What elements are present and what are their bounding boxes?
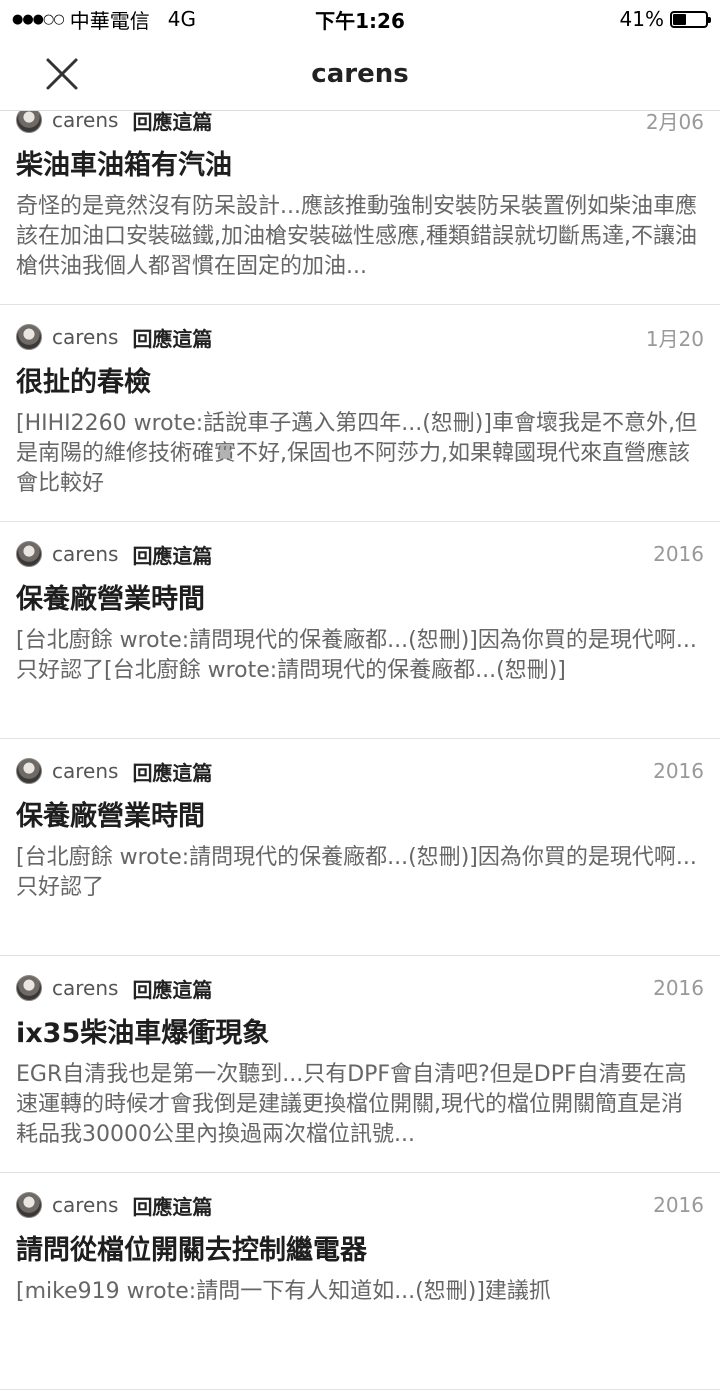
post-item[interactable]: carens 回應這篇 2016 保養廠營業時間 [台北廚餘 wrote:請問現… — [0, 522, 720, 739]
post-date: 2016 — [653, 1193, 704, 1217]
post-item[interactable]: carens 回應這篇 1月20 很扯的春檢 [HIHI2260 wrote:話… — [0, 305, 720, 522]
post-author[interactable]: carens — [52, 325, 118, 349]
post-title[interactable]: 請問從檔位開關去控制繼電器 — [16, 1233, 704, 1269]
post-title[interactable]: 保養廠營業時間 — [16, 799, 704, 835]
post-date: 2016 — [653, 976, 704, 1000]
post-meta: carens 回應這篇 2016 — [16, 974, 704, 1002]
post-date: 2016 — [653, 542, 704, 566]
post-title[interactable]: 很扯的春檢 — [16, 365, 704, 401]
post-item[interactable]: carens 回應這篇 2016 請問從檔位開關去控制繼電器 [mike919 … — [0, 1173, 720, 1390]
signal-strength-icon: ●●●○○ — [12, 11, 65, 27]
post-title[interactable]: ix35柴油車爆衝現象 — [16, 1016, 704, 1052]
post-meta: carens 回應這篇 2016 — [16, 1191, 704, 1219]
post-excerpt[interactable]: [台北廚餘 wrote:請問現代的保養廠都...(恕刪)]因為你買的是現代啊..… — [16, 843, 704, 903]
post-date: 2016 — [653, 759, 704, 783]
carrier-name: 中華電信 — [69, 8, 150, 33]
post-author[interactable]: carens — [52, 976, 118, 1000]
post-feed: carens 回應這篇 2月06 柴油車油箱有汽油 奇怪的是竟然沒有防呆設計..… — [0, 88, 720, 1390]
post-title[interactable]: 柴油車油箱有汽油 — [16, 148, 704, 184]
post-meta: carens 回應這篇 1月20 — [16, 323, 704, 351]
post-action: 回應這篇 — [132, 326, 213, 351]
nav-bar: carens — [0, 38, 720, 111]
post-action: 回應這篇 — [132, 760, 213, 785]
avatar[interactable] — [16, 975, 42, 1001]
network-type: 4G — [167, 7, 196, 31]
post-action: 回應這篇 — [132, 1194, 213, 1219]
post-author[interactable]: carens — [52, 759, 118, 783]
post-date: 1月20 — [645, 326, 704, 351]
avatar[interactable] — [16, 324, 42, 350]
close-button[interactable] — [40, 52, 84, 96]
status-left: ●●●○○ 中華電信 4G — [0, 5, 196, 34]
post-item[interactable]: carens 回應這篇 2016 ix35柴油車爆衝現象 EGR自清我也是第一次… — [0, 956, 720, 1173]
status-right: 41% — [620, 7, 720, 31]
post-action: 回應這篇 — [132, 543, 213, 568]
post-meta: carens 回應這篇 2016 — [16, 757, 704, 785]
post-meta: carens 回應這篇 2016 — [16, 540, 704, 568]
avatar[interactable] — [16, 541, 42, 567]
post-excerpt[interactable]: [HIHI2260 wrote:話說車子邁入第四年...(恕刪)]車會壞我是不意… — [16, 409, 704, 499]
post-excerpt[interactable]: EGR自清我也是第一次聽到...只有DPF會自清吧?但是DPF自清要在高速運轉的… — [16, 1060, 704, 1150]
post-item[interactable]: carens 回應這篇 2016 保養廠營業時間 [台北廚餘 wrote:請問現… — [0, 739, 720, 956]
post-author[interactable]: carens — [52, 542, 118, 566]
status-bar: ●●●○○ 中華電信 4G 下午1:26 41% — [0, 0, 720, 38]
battery-level — [673, 13, 686, 25]
post-excerpt[interactable]: [mike919 wrote:請問一下有人知道如...(恕刪)]建議抓 — [16, 1277, 704, 1307]
avatar[interactable] — [16, 758, 42, 784]
avatar[interactable] — [16, 1192, 42, 1218]
battery-icon — [670, 10, 711, 28]
post-action: 回應這篇 — [132, 977, 213, 1002]
post-excerpt[interactable]: [台北廚餘 wrote:請問現代的保養廠都...(恕刪)]因為你買的是現代啊..… — [16, 626, 704, 686]
post-item[interactable]: carens 回應這篇 2月06 柴油車油箱有汽油 奇怪的是竟然沒有防呆設計..… — [0, 88, 720, 305]
close-icon — [46, 58, 78, 90]
post-title[interactable]: 保養廠營業時間 — [16, 582, 704, 618]
post-author[interactable]: carens — [52, 1193, 118, 1217]
page-title: carens — [311, 59, 409, 89]
post-excerpt[interactable]: 奇怪的是竟然沒有防呆設計...應該推動強制安裝防呆裝置例如柴油車應該在加油口安裝… — [16, 192, 704, 282]
battery-percent: 41% — [619, 7, 664, 31]
post-author[interactable]: carens — [52, 108, 118, 132]
